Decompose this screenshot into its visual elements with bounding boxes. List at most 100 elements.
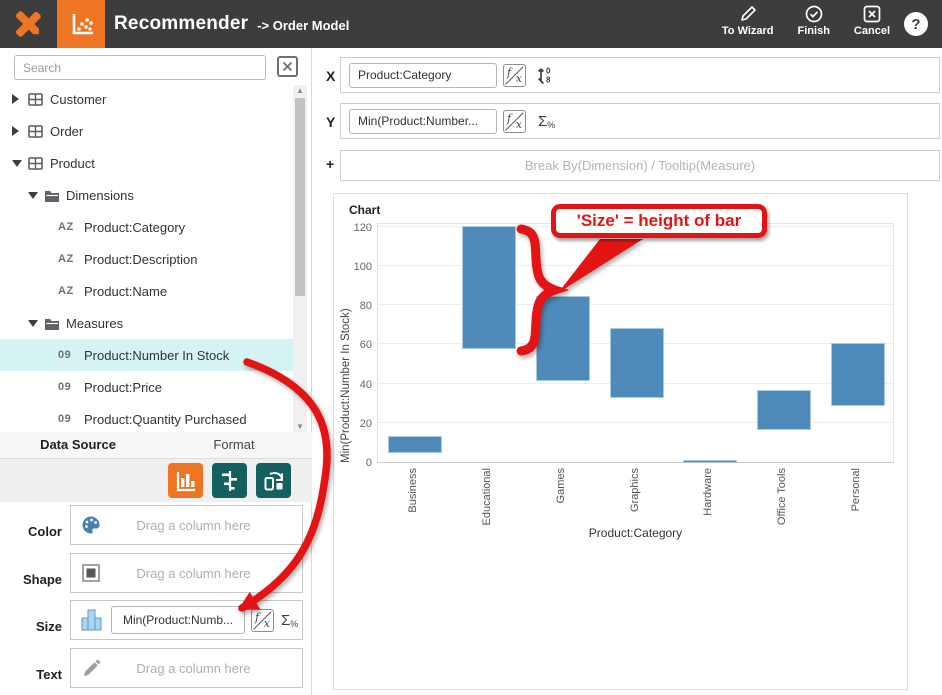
- tree-item-product-number-in-stock[interactable]: 09 Product:Number In Stock: [0, 339, 293, 371]
- search-input[interactable]: [14, 55, 266, 80]
- scatter-chart-tile[interactable]: [57, 0, 105, 48]
- chart-type-toolbar: [0, 459, 312, 502]
- tornado-chart-icon: [218, 469, 242, 493]
- tree-item-product-price[interactable]: 09 Product:Price: [0, 371, 293, 403]
- y-axis-row-label: Y: [326, 114, 340, 130]
- text-field-icon: AZ: [58, 253, 84, 265]
- main-area: X fx 0 8 Y fx Σ% + Break By(Dimension) /…: [318, 48, 942, 695]
- size-row-label: Size: [0, 619, 62, 634]
- fx-button[interactable]: fx: [503, 64, 526, 87]
- tree-scrollbar[interactable]: ▲ ▼: [293, 85, 307, 432]
- help-button[interactable]: ?: [904, 12, 928, 36]
- sort-numeric-icon[interactable]: 0 8: [536, 65, 554, 85]
- gridline: [378, 226, 893, 227]
- tree-item-label: Product:Quantity Purchased: [84, 412, 247, 427]
- chevron-down-icon[interactable]: [12, 160, 26, 167]
- page-subtitle: -> Order Model: [257, 18, 349, 33]
- to-wizard-button[interactable]: To Wizard: [722, 5, 774, 37]
- color-row-label: Color: [0, 524, 62, 539]
- x-field-input[interactable]: [349, 63, 497, 88]
- tree-item-measures[interactable]: Measures: [0, 307, 293, 339]
- scrollbar-thumb[interactable]: [295, 98, 305, 296]
- transpose-chart-button[interactable]: [256, 463, 291, 498]
- text-dropzone[interactable]: Drag a column here: [70, 648, 303, 688]
- tree-item-label: Customer: [50, 92, 106, 107]
- fx-button[interactable]: fx: [503, 110, 526, 133]
- tree-item-customer[interactable]: Customer: [0, 83, 293, 115]
- size-value-input[interactable]: [111, 606, 245, 634]
- bar-business[interactable]: [389, 437, 441, 453]
- tab-data-source[interactable]: Data Source: [0, 432, 156, 458]
- tree-item-product-name[interactable]: AZ Product:Name: [0, 275, 293, 307]
- bar-games[interactable]: [537, 297, 589, 379]
- header-actions: To Wizard Finish Cancel: [722, 5, 890, 37]
- dropzone-placeholder: Drag a column here: [103, 661, 302, 676]
- y-tick-label: 20: [360, 418, 372, 430]
- size-dropzone[interactable]: fx Σ%: [70, 600, 303, 640]
- gridline: [378, 265, 893, 266]
- gridline: [378, 422, 893, 423]
- x-tick-label: Graphics: [629, 468, 641, 512]
- bar-hardware[interactable]: [684, 461, 736, 463]
- bar-office-tools[interactable]: [758, 391, 810, 428]
- tree-item-label: Product:Price: [84, 380, 162, 395]
- tree-item-label: Product:Category: [84, 220, 185, 235]
- cancel-button[interactable]: Cancel: [854, 5, 890, 37]
- x-axis-title: Product:Category: [377, 526, 894, 540]
- bar-graphics[interactable]: [611, 329, 663, 398]
- tree-item-order[interactable]: Order: [0, 115, 293, 147]
- pencil-icon: [79, 659, 103, 678]
- app-logo-icon: [8, 4, 48, 44]
- square-icon: [79, 564, 103, 582]
- chevron-right-icon[interactable]: [12, 126, 26, 136]
- aggregate-sigma-icon[interactable]: Σ%: [538, 113, 555, 130]
- break-by-dropzone[interactable]: Break By(Dimension) / Tooltip(Measure): [340, 150, 940, 181]
- bar-personal[interactable]: [832, 344, 884, 405]
- chevron-right-icon[interactable]: [12, 94, 26, 104]
- check-circle-icon: [805, 5, 823, 23]
- dropzone-placeholder: Drag a column here: [103, 566, 302, 581]
- scroll-down-arrow[interactable]: ▼: [293, 422, 307, 431]
- x-field-row: fx 0 8: [340, 57, 940, 93]
- color-dropzone[interactable]: Drag a column here: [70, 505, 303, 545]
- fx-button[interactable]: fx: [251, 609, 274, 632]
- tab-format[interactable]: Format: [156, 432, 312, 458]
- y-tick-label: 100: [354, 261, 372, 273]
- chevron-down-icon[interactable]: [28, 192, 42, 199]
- chevron-down-icon[interactable]: [28, 320, 42, 327]
- tree-item-label: Product:Number In Stock: [84, 348, 229, 363]
- scroll-up-arrow[interactable]: ▲: [293, 86, 307, 95]
- tree-item-product[interactable]: Product: [0, 147, 293, 179]
- y-tick-label: 80: [360, 300, 372, 312]
- chart-panel: Chart Min(Product:Number In Stock) 02040…: [333, 193, 908, 690]
- tree-item-label: Measures: [66, 316, 123, 331]
- chart-title: Chart: [349, 203, 380, 217]
- pencil-icon: [739, 5, 757, 23]
- y-field-input[interactable]: [349, 109, 497, 134]
- y-tick-label: 60: [360, 339, 372, 351]
- aggregate-sigma-icon[interactable]: Σ%: [281, 612, 298, 629]
- x-tick-label: Business: [407, 468, 419, 513]
- x-tick-label: Office Tools: [776, 468, 788, 525]
- numeric-field-icon: 09: [58, 349, 84, 361]
- folder-icon: [44, 189, 66, 202]
- finish-button[interactable]: Finish: [798, 5, 830, 37]
- tree-item-label: Dimensions: [66, 188, 134, 203]
- tornado-chart-type-button[interactable]: [212, 463, 247, 498]
- tree-item-product-category[interactable]: AZ Product:Category: [0, 211, 293, 243]
- bar-educational[interactable]: [463, 227, 515, 348]
- transpose-icon: [262, 469, 286, 493]
- close-search-button[interactable]: [277, 56, 298, 77]
- tree-item-dimensions[interactable]: Dimensions: [0, 179, 293, 211]
- bar-chart-type-button[interactable]: [168, 463, 203, 498]
- numeric-field-icon: 09: [58, 413, 84, 425]
- shape-dropzone[interactable]: Drag a column here: [70, 553, 303, 593]
- tree-item-product-description[interactable]: AZ Product:Description: [0, 243, 293, 275]
- question-mark-icon: ?: [911, 16, 920, 33]
- svg-text:8: 8: [546, 76, 551, 85]
- x-tick-label: Personal: [850, 468, 862, 511]
- sidebar: Customer Order Product Dimensions AZ Pro…: [0, 48, 312, 695]
- gridline: [378, 304, 893, 305]
- tree-item-product-quantity-purchased[interactable]: 09 Product:Quantity Purchased: [0, 403, 293, 432]
- x-labels: BusinessEducationalGamesGraphicsHardware…: [377, 466, 894, 524]
